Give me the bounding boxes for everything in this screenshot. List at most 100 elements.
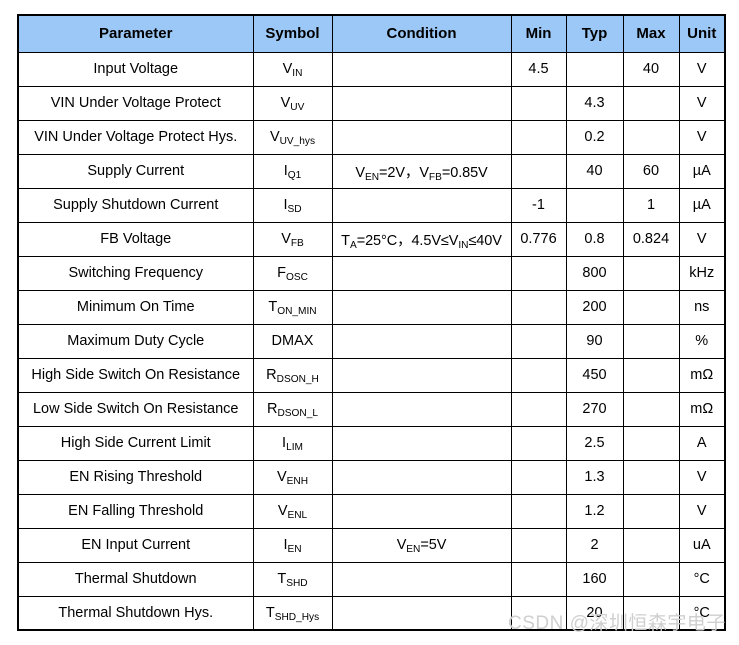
cell-condition: TA=25°C，4.5V≤VIN≤40V (331, 221, 512, 257)
symbol-subscript: ON_MIN (277, 306, 317, 318)
table-row: Input Voltage VIN 4.5 40 V (17, 51, 726, 87)
cell-parameter: Thermal Shutdown (17, 561, 254, 597)
cell-max (622, 85, 680, 121)
cell-condition (331, 187, 512, 223)
table-row: EN Rising Threshold VENH 1.3 V (17, 459, 726, 495)
cell-typ: 4.3 (565, 85, 624, 121)
cell-min (510, 527, 567, 563)
cell-typ: 200 (565, 289, 624, 325)
cell-condition (331, 595, 512, 631)
cell-typ: 2.5 (565, 425, 624, 461)
cell-unit: uA (678, 527, 726, 563)
cell-max (622, 493, 680, 529)
cell-parameter: FB Voltage (17, 221, 254, 257)
symbol-subscript: EN (287, 544, 302, 556)
cell-parameter: Low Side Switch On Resistance (17, 391, 254, 427)
cell-max (622, 425, 680, 461)
cell-symbol: VENL (252, 493, 333, 529)
symbol-subscript: DSON_L (277, 408, 318, 420)
cell-symbol: VUV_hys (252, 119, 333, 155)
cell-min (510, 289, 567, 325)
cell-unit: mΩ (678, 357, 726, 393)
symbol-subscript: UV_hys (279, 136, 316, 148)
table-row: Minimum On Time TON_MIN 200 ns (17, 289, 726, 325)
cell-parameter: EN Falling Threshold (17, 493, 254, 529)
cell-typ: 20 (565, 595, 624, 631)
symbol-base: R (266, 367, 277, 383)
cell-typ: 270 (565, 391, 624, 427)
cell-max (622, 527, 680, 563)
symbol-base: F (277, 265, 286, 281)
cell-typ: 0.2 (565, 119, 624, 155)
cell-max: 60 (622, 153, 680, 189)
cell-symbol: VFB (252, 221, 333, 257)
symbol-base: T (277, 571, 287, 587)
symbol-subscript: OSC (285, 272, 308, 284)
cell-parameter: Maximum Duty Cycle (17, 323, 254, 359)
table-row: EN Falling Threshold VENL 1.2 V (17, 493, 726, 529)
cell-unit: V (678, 221, 726, 257)
cell-unit: V (678, 119, 726, 155)
symbol-subscript: Q1 (287, 170, 302, 182)
cell-max (622, 255, 680, 291)
cell-condition (331, 391, 512, 427)
cell-min (510, 357, 567, 393)
cell-min (510, 493, 567, 529)
cell-symbol: RDSON_H (252, 357, 333, 393)
cell-parameter: EN Input Current (17, 527, 254, 563)
cell-condition: VEN=2V，VFB=0.85V (331, 153, 512, 189)
cell-condition (331, 425, 512, 461)
cell-condition (331, 357, 512, 393)
table-row: Supply Current IQ1 VEN=2V，VFB=0.85V 40 60 µA (17, 153, 726, 189)
cell-min (510, 459, 567, 495)
cell-parameter: High Side Current Limit (17, 425, 254, 461)
symbol-base: V (269, 129, 280, 145)
cell-unit: V (678, 85, 726, 121)
cell-unit: µA (678, 187, 726, 223)
cell-symbol: VIN (252, 51, 333, 87)
symbol-base: T (268, 299, 278, 315)
cell-unit: kHz (678, 255, 726, 291)
table-row: High Side Current Limit ILIM 2.5 A (17, 425, 726, 461)
cell-parameter: Input Voltage (17, 51, 254, 87)
cell-symbol: ISD (252, 187, 333, 223)
cell-symbol: FOSC (252, 255, 333, 291)
cell-typ (565, 187, 624, 223)
cell-unit: A (678, 425, 726, 461)
cell-typ: 90 (565, 323, 624, 359)
symbol-subscript: ENH (286, 476, 309, 488)
cell-unit: °C (678, 595, 726, 631)
symbol-base: V (276, 469, 287, 485)
symbol-subscript: SHD (286, 578, 308, 590)
cell-typ: 0.8 (565, 221, 624, 257)
cell-unit: mΩ (678, 391, 726, 427)
cell-parameter: Minimum On Time (17, 289, 254, 325)
cell-min (510, 561, 567, 597)
table-row: EN Input Current IEN VEN=5V 2 uA (17, 527, 726, 563)
cell-unit: % (678, 323, 726, 359)
cell-parameter: Supply Shutdown Current (17, 187, 254, 223)
cell-min (510, 85, 567, 121)
cell-unit: V (678, 493, 726, 529)
cell-condition (331, 323, 512, 359)
cell-condition (331, 85, 512, 121)
cell-unit: V (678, 51, 726, 87)
cell-max: 40 (622, 51, 680, 87)
symbol-subscript: FB (290, 238, 304, 250)
column-header-max: Max (622, 14, 680, 53)
column-header-parameter: Parameter (17, 14, 254, 53)
cell-symbol: ILIM (252, 425, 333, 461)
cell-symbol: TSHD_Hys (252, 595, 333, 631)
table-row: High Side Switch On Resistance RDSON_H 450… (17, 357, 726, 393)
cell-condition (331, 119, 512, 155)
cell-max (622, 595, 680, 631)
cell-typ: 1.3 (565, 459, 624, 495)
symbol-base: V (280, 95, 291, 111)
column-header-condition: Condition (331, 14, 512, 53)
cell-symbol: VUV (252, 85, 333, 121)
table-row: Maximum Duty Cycle DMAX 90% (17, 323, 726, 359)
cell-typ: 1.2 (565, 493, 624, 529)
symbol-base: R (267, 401, 278, 417)
cell-max (622, 561, 680, 597)
symbol-subscript: UV (290, 102, 305, 114)
